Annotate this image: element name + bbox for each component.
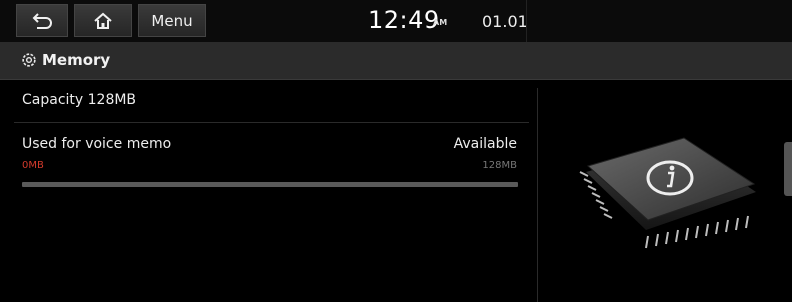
capacity-text: Capacity 128MB	[22, 92, 137, 108]
page-header: Memory	[0, 42, 792, 80]
used-value: 0MB	[22, 160, 44, 171]
clock-time: 12:49	[368, 6, 440, 34]
back-arrow-icon	[32, 12, 52, 29]
used-label: Used for voice memo	[22, 136, 172, 152]
back-button[interactable]	[16, 4, 68, 37]
row-divider	[14, 122, 529, 123]
page-title: Memory	[42, 51, 111, 69]
top-bar: Menu 12:49 AM 01.01	[0, 0, 792, 42]
available-label: Available	[453, 136, 517, 152]
memory-usage-bar	[22, 182, 518, 187]
side-edge-handle[interactable]	[784, 142, 792, 196]
panel-divider	[537, 88, 538, 302]
home-button[interactable]	[74, 4, 132, 37]
menu-button[interactable]: Menu	[138, 4, 206, 37]
date-display: 01.01	[482, 12, 528, 31]
gear-icon	[22, 53, 36, 67]
info-chip-icon	[579, 137, 756, 249]
memory-panel: Capacity 128MB Used for voice memo Avail…	[0, 80, 792, 302]
topbar-divider	[526, 0, 527, 42]
home-icon	[94, 12, 112, 29]
available-value: 128MB	[482, 160, 517, 171]
clock-ampm: AM	[433, 18, 448, 27]
